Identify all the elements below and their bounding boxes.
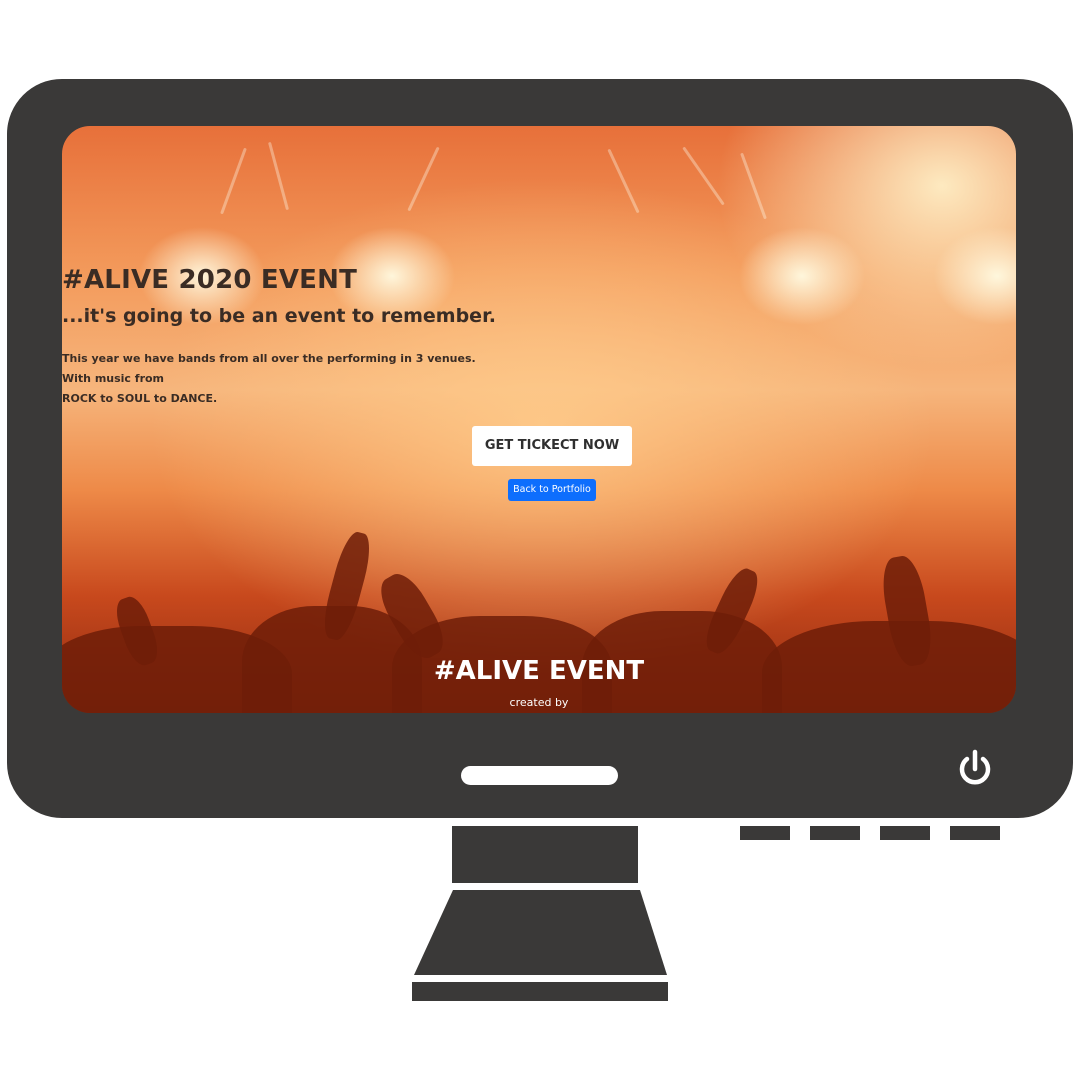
hero-subtitle: ...it's going to be an event to remember… xyxy=(62,305,496,327)
monitor-screen: #ALIVE 2020 EVENT ...it's going to be an… xyxy=(62,126,1016,713)
footer-credit: created by xyxy=(509,696,569,709)
stage-light-beam xyxy=(740,152,767,220)
monitor-base xyxy=(412,982,668,1001)
monitor-stand xyxy=(413,890,668,975)
stage-light-beam xyxy=(220,147,247,215)
monitor-neck xyxy=(452,826,638,883)
hero-description-line: ROCK to SOUL to DANCE. xyxy=(62,392,218,405)
monitor-port xyxy=(740,826,790,840)
stage-light-beam xyxy=(607,148,640,214)
canvas: #ALIVE 2020 EVENT ...it's going to be an… xyxy=(0,0,1080,1080)
stage-light-beam xyxy=(267,141,290,211)
hero-description: This year we have bands from all over th… xyxy=(62,349,1016,409)
monitor-slot xyxy=(461,766,618,785)
hero-title: #ALIVE 2020 EVENT xyxy=(62,265,358,295)
stage-light-beam xyxy=(407,146,440,212)
hero-description-line: With music from xyxy=(62,372,165,385)
monitor-port xyxy=(950,826,1000,840)
footer-title: #ALIVE EVENT xyxy=(433,656,645,686)
monitor-port xyxy=(810,826,860,840)
power-icon[interactable] xyxy=(956,749,994,789)
get-ticket-button[interactable]: GET TICKECT NOW xyxy=(472,426,632,466)
hero-description-line: This year we have bands from all over th… xyxy=(62,352,476,365)
monitor-port xyxy=(880,826,930,840)
stage-light-beam xyxy=(682,146,725,206)
back-to-portfolio-button[interactable]: Back to Portfolio xyxy=(508,479,596,501)
